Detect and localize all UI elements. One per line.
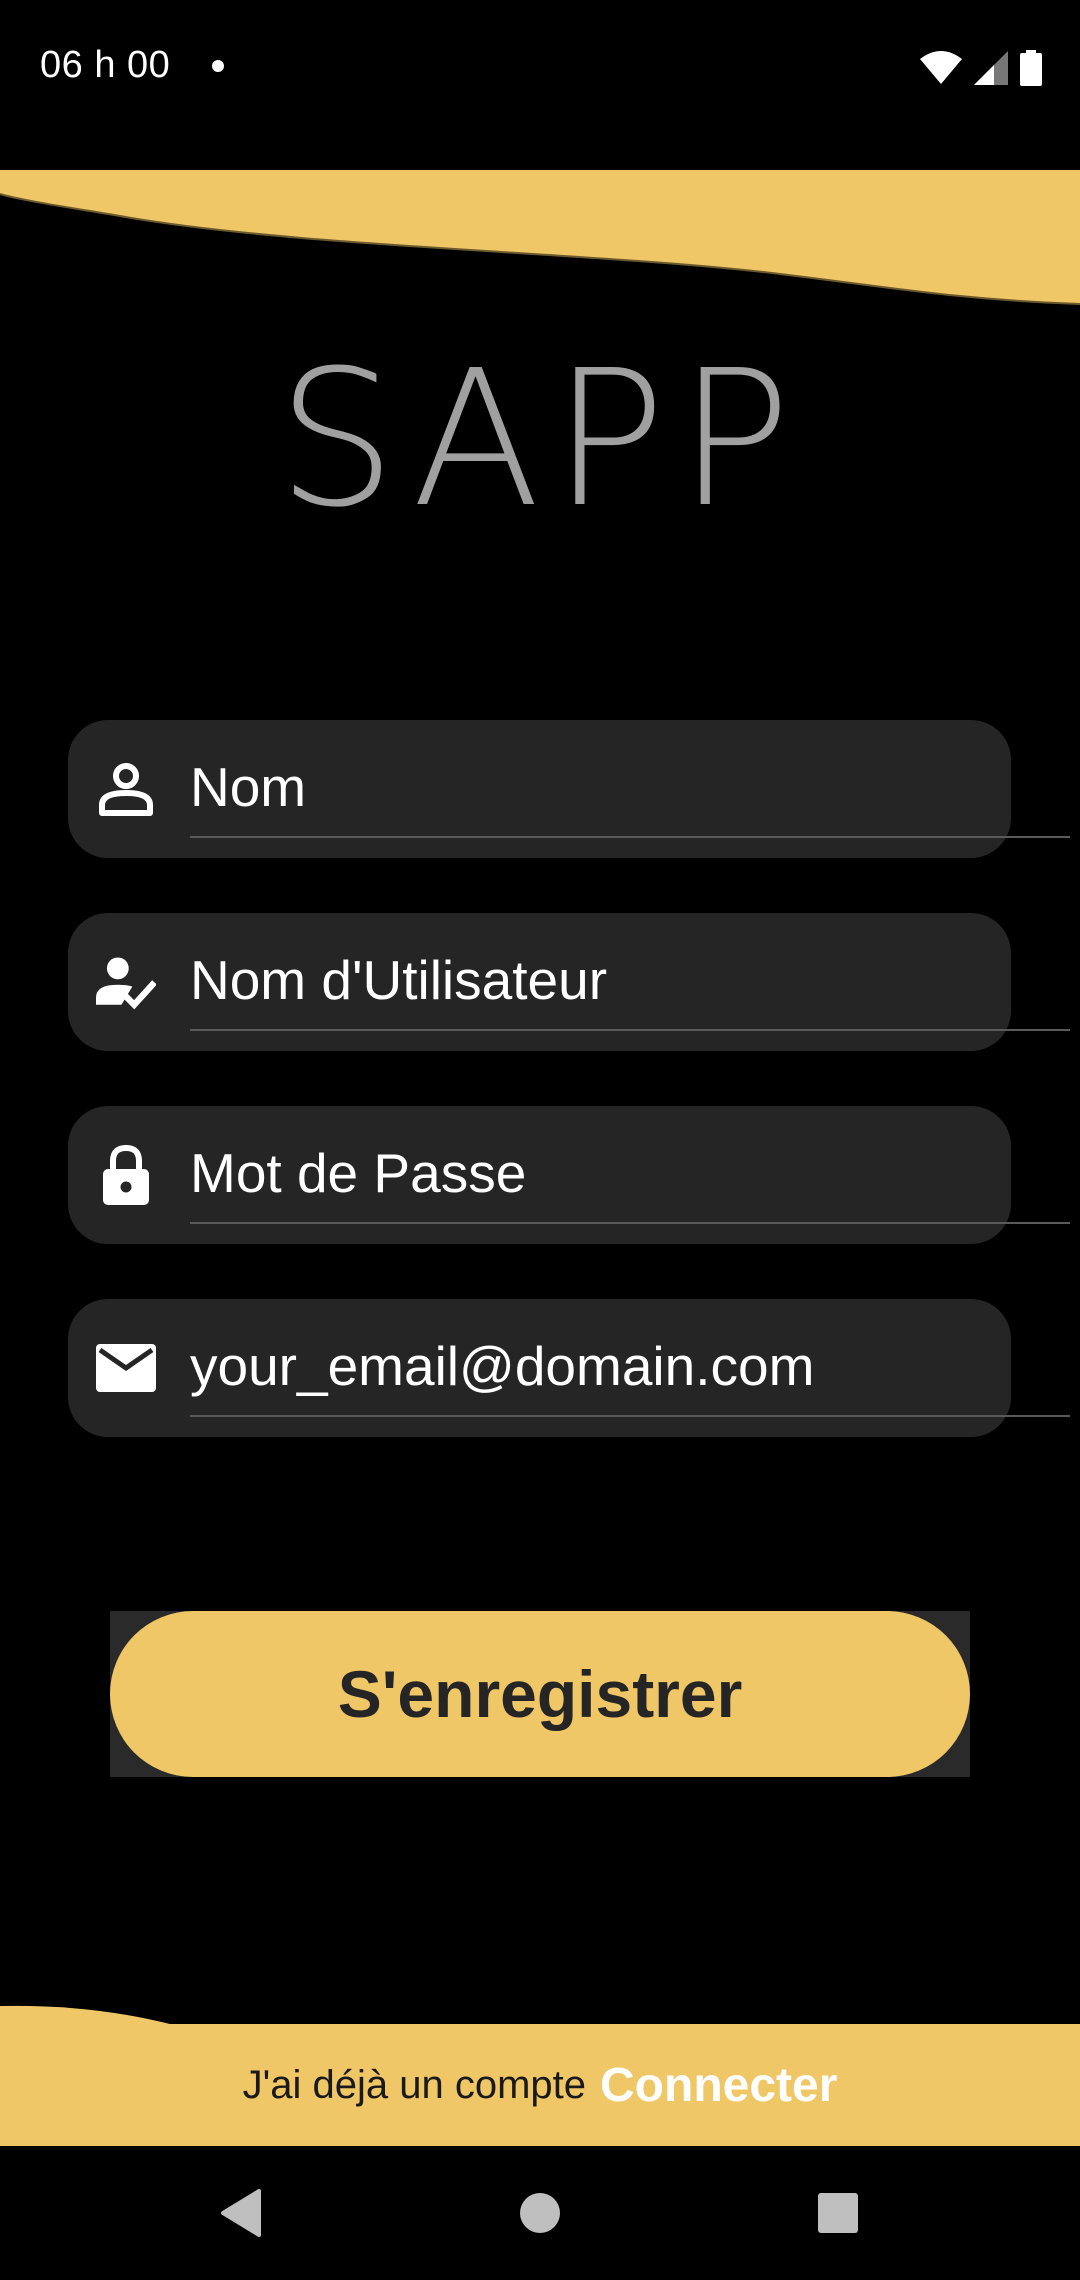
recents-square-icon[interactable] bbox=[808, 2183, 868, 2243]
battery-icon bbox=[1020, 50, 1042, 86]
password-input[interactable] bbox=[116, 1124, 1070, 1222]
name-field[interactable] bbox=[68, 720, 1070, 858]
password-field[interactable] bbox=[68, 1106, 1070, 1244]
username-field[interactable] bbox=[68, 913, 1070, 1051]
name-input-wrap bbox=[116, 738, 1070, 838]
username-input-wrap bbox=[116, 931, 1070, 1031]
bottom-wave-decoration bbox=[0, 2005, 170, 2026]
notification-dot-icon bbox=[212, 60, 224, 72]
password-input-wrap bbox=[116, 1124, 1070, 1224]
home-circle-icon[interactable] bbox=[510, 2183, 570, 2243]
cell-signal-icon bbox=[974, 51, 1008, 85]
system-nav-bar bbox=[0, 2146, 1080, 2280]
has-account-text: J'ai déjà un compte bbox=[242, 2062, 587, 2107]
status-icons bbox=[920, 48, 1042, 88]
status-bar: 06 h 00 bbox=[0, 0, 1080, 140]
app-logo: SAPP bbox=[276, 330, 804, 549]
login-footer: J'ai déjà un compte Connecter bbox=[0, 2024, 1080, 2146]
email-field[interactable] bbox=[68, 1299, 1070, 1437]
top-wave-decoration bbox=[0, 170, 1080, 305]
email-input-wrap bbox=[116, 1317, 1070, 1417]
back-triangle-icon[interactable] bbox=[211, 2183, 271, 2243]
username-input[interactable] bbox=[116, 931, 1070, 1029]
wifi-icon bbox=[920, 51, 962, 84]
status-time: 06 h 00 bbox=[40, 44, 171, 86]
email-input[interactable] bbox=[116, 1317, 1070, 1415]
register-button[interactable]: S'enregistrer bbox=[110, 1611, 970, 1777]
login-link[interactable]: Connecter bbox=[600, 2058, 837, 2113]
name-input[interactable] bbox=[116, 738, 1070, 836]
